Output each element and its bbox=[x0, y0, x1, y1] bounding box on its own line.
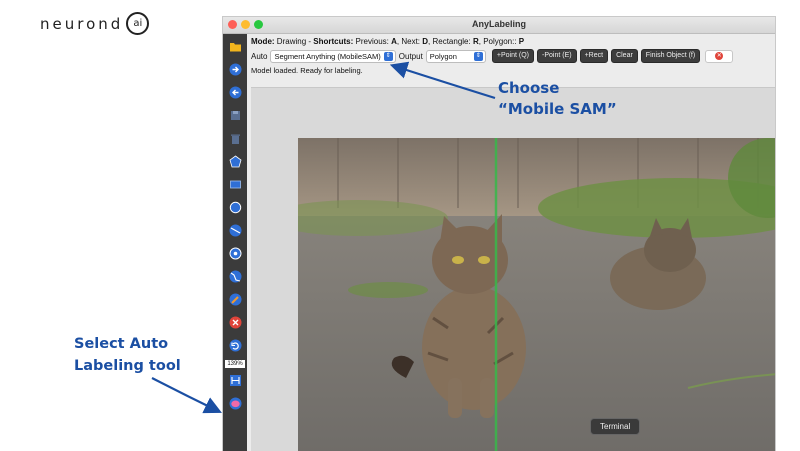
remove-point-button[interactable]: -Point (E) bbox=[537, 49, 577, 63]
close-icon: ✕ bbox=[715, 52, 724, 60]
prev-image-icon[interactable] bbox=[229, 86, 242, 99]
polygon-icon[interactable] bbox=[229, 155, 242, 168]
output-select-value: Polygon bbox=[429, 51, 457, 61]
cat-photo[interactable] bbox=[298, 138, 775, 451]
output-select[interactable]: Polygon ⇕ bbox=[425, 49, 486, 63]
clear-button[interactable]: Clear bbox=[611, 49, 638, 63]
model-select[interactable]: Segment Anything (MobileSAM) ⇕ bbox=[270, 49, 396, 63]
open-folder-icon[interactable] bbox=[229, 40, 242, 53]
brand-logo: neurond ai bbox=[40, 12, 150, 35]
image-canvas[interactable] bbox=[251, 87, 775, 451]
rectangle-icon[interactable] bbox=[229, 178, 242, 191]
annotation-choose-mobile-sam: Choose “Mobile SAM” bbox=[498, 79, 617, 118]
window-title: AnyLabeling bbox=[471, 19, 526, 29]
terminal-tooltip: Terminal bbox=[590, 418, 641, 435]
delete-icon[interactable] bbox=[229, 132, 242, 145]
edit-icon[interactable] bbox=[229, 293, 242, 306]
auto-label: Auto bbox=[251, 51, 268, 61]
status-message: Model loaded. Ready for labeling. bbox=[251, 66, 363, 75]
auto-labeling-brain-icon[interactable] bbox=[229, 397, 242, 410]
fit-window-icon[interactable] bbox=[229, 374, 242, 387]
chevron-updown-icon: ⇕ bbox=[473, 51, 483, 61]
title-bar: AnyLabeling bbox=[223, 17, 775, 34]
zoom-level[interactable]: 139% bbox=[225, 360, 245, 368]
save-icon[interactable] bbox=[229, 109, 242, 122]
circle-icon[interactable] bbox=[229, 201, 242, 214]
chevron-updown-icon: ⇕ bbox=[383, 51, 393, 61]
line-icon[interactable] bbox=[229, 224, 242, 237]
add-rect-button[interactable]: +Rect bbox=[579, 49, 609, 63]
output-label: Output bbox=[398, 51, 423, 61]
logo-text: neurond bbox=[40, 14, 124, 33]
annotation-select-auto-labeling: Select Auto Labeling tool bbox=[74, 336, 181, 374]
left-toolbar: 139% bbox=[223, 34, 247, 451]
finish-object-button[interactable]: Finish Object (f) bbox=[640, 49, 701, 63]
undo-icon[interactable] bbox=[229, 339, 242, 352]
remove-icon[interactable] bbox=[229, 316, 242, 329]
linestrip-icon[interactable] bbox=[229, 270, 242, 283]
auto-labeling-controls: Auto Segment Anything (MobileSAM) ⇕ Outp… bbox=[251, 48, 775, 64]
logo-ai-mark: ai bbox=[126, 12, 150, 35]
add-point-button[interactable]: +Point (Q) bbox=[491, 49, 535, 63]
next-image-icon[interactable] bbox=[229, 63, 242, 76]
arrow-to-auto-tool bbox=[151, 377, 222, 414]
close-auto-labeling-button[interactable]: ✕ bbox=[705, 49, 734, 63]
model-select-value: Segment Anything (MobileSAM) bbox=[274, 51, 381, 61]
mode-line: Mode: Drawing - Shortcuts: Previous: A, … bbox=[251, 37, 525, 46]
point-icon[interactable] bbox=[229, 247, 242, 260]
